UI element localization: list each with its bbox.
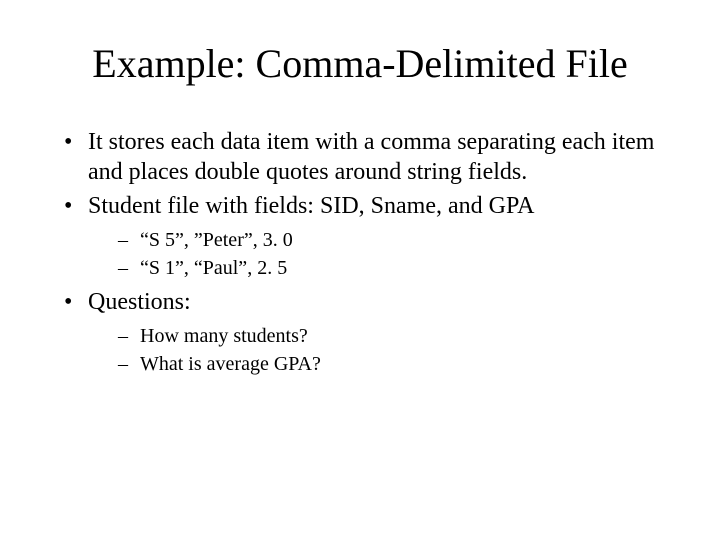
sub-bullet-item: “S 1”, “Paul”, 2. 5: [118, 255, 670, 281]
bullet-text: It stores each data item with a comma se…: [88, 129, 654, 185]
sub-bullet-item: What is average GPA?: [118, 351, 670, 377]
sub-bullet-item: How many students?: [118, 323, 670, 349]
sub-bullet-list: How many students? What is average GPA?: [118, 323, 670, 377]
bullet-list: It stores each data item with a comma se…: [60, 127, 670, 377]
bullet-item: Student file with fields: SID, Sname, an…: [60, 191, 670, 281]
sub-bullet-text: “S 5”, ”Peter”, 3. 0: [140, 229, 293, 251]
sub-bullet-text: What is average GPA?: [140, 353, 321, 375]
slide: Example: Comma-Delimited File It stores …: [0, 0, 720, 540]
sub-bullet-item: “S 5”, ”Peter”, 3. 0: [118, 227, 670, 253]
bullet-text: Student file with fields: SID, Sname, an…: [88, 193, 534, 219]
sub-bullet-list: “S 5”, ”Peter”, 3. 0 “S 1”, “Paul”, 2. 5: [118, 227, 670, 281]
slide-title: Example: Comma-Delimited File: [50, 40, 670, 87]
bullet-text: Questions:: [88, 289, 191, 315]
bullet-item: It stores each data item with a comma se…: [60, 127, 670, 187]
sub-bullet-text: How many students?: [140, 325, 308, 347]
sub-bullet-text: “S 1”, “Paul”, 2. 5: [140, 257, 287, 279]
bullet-item: Questions: How many students? What is av…: [60, 287, 670, 377]
